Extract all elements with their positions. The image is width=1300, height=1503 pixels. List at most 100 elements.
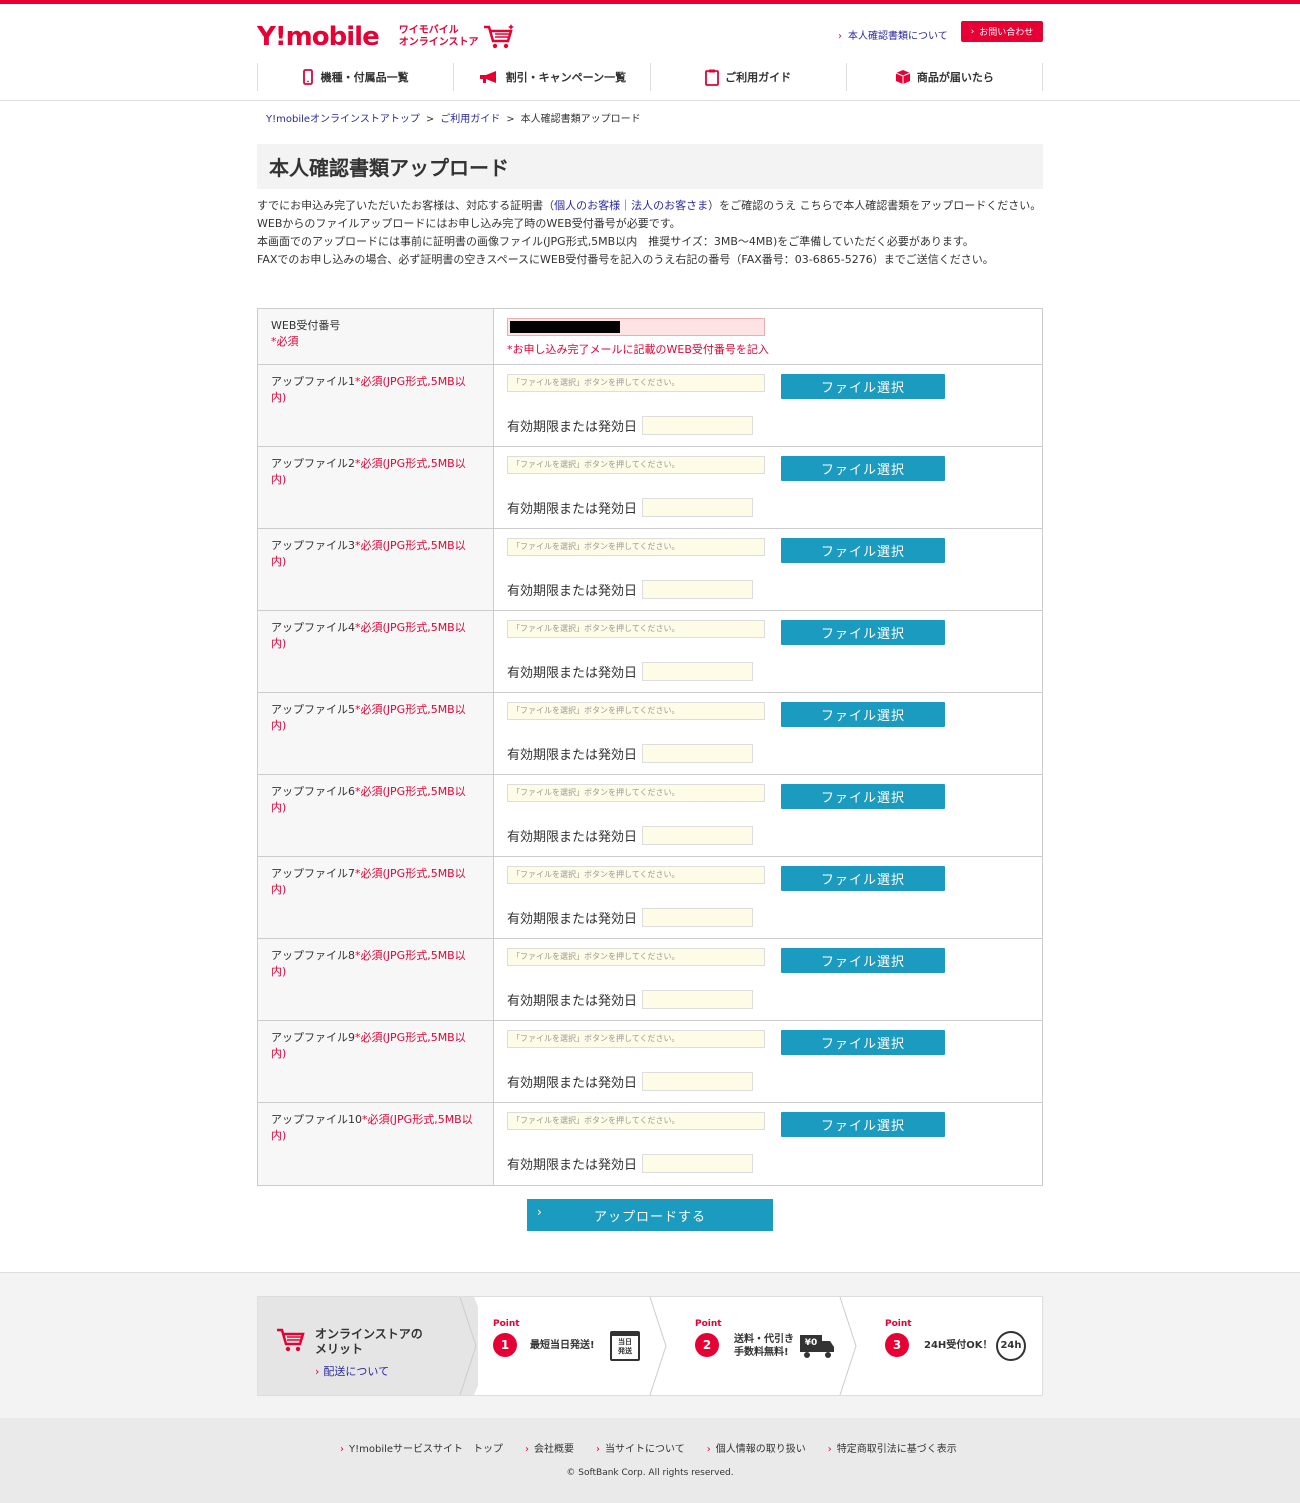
file-select-button[interactable]: ファイル選択 (781, 538, 945, 563)
file-row: アップファイル8*必須(JPG形式,5MB以内) 「ファイルを選択」ボタンを押して… (258, 939, 1042, 1021)
file-body: 「ファイルを選択」ボタンを押してください。 ファイル選択有効期限または発効日 (494, 611, 1042, 692)
expiry-label: 有効期限または発効日 (507, 1076, 638, 1091)
id-docs-link-label: 本人確認書類について (848, 31, 948, 42)
contact-button[interactable]: › お問い合わせ (961, 21, 1043, 42)
expiry-date-input[interactable] (642, 1154, 753, 1173)
file-label-cell: アップファイル5*必須(JPG形式,5MB以内) (258, 693, 494, 774)
chevron-right-icon: › (537, 1205, 543, 1219)
shipping-link-label: 配送について (323, 1365, 390, 1378)
breadcrumb: Y!mobileオンラインストアトップ > ご利用ガイド > 本人確認書類アップロード (266, 110, 641, 125)
file-label: アップファイル6 (271, 785, 355, 798)
file-path-input[interactable]: 「ファイルを選択」ボタンを押してください。 (507, 1112, 765, 1130)
expiry-date-input[interactable] (642, 416, 753, 435)
site-logo[interactable]: Y!mobile ワイモバイル オンラインストア (257, 20, 515, 54)
nav-item-label: 割引・キャンペーン一覧 (505, 71, 627, 84)
file-row: アップファイル1*必須(JPG形式,5MB以内) 「ファイルを選択」ボタンを押して… (258, 365, 1042, 447)
merit-title: オンラインストアの メリット (315, 1327, 423, 1357)
nav-item-label: ご利用ガイド (725, 71, 792, 84)
chevron-right-icon: › (525, 1444, 530, 1455)
nav-item-campaigns[interactable]: 割引・キャンペーン一覧 (453, 63, 649, 91)
nav-item-label: 機種・付属品一覧 (320, 71, 409, 84)
required-mark: *必須 (271, 335, 299, 348)
footer-link[interactable]: › 特定商取引法に基づく表示 (828, 1440, 957, 1455)
expiry-date-input[interactable] (642, 1072, 753, 1091)
file-path-input[interactable]: 「ファイルを選択」ボタンを押してください。 (507, 1030, 765, 1048)
footer-link[interactable]: › 個人情報の取り扱い (707, 1440, 806, 1455)
file-label: アップファイル10 (271, 1113, 362, 1126)
file-select-button[interactable]: ファイル選択 (781, 620, 945, 645)
breadcrumb-link-guide[interactable]: ご利用ガイド (440, 114, 500, 125)
file-path-input[interactable]: 「ファイルを選択」ボタンを押してください。 (507, 538, 765, 556)
file-select-button[interactable]: ファイル選択 (781, 784, 945, 809)
file-select-button[interactable]: ファイル選択 (781, 866, 945, 891)
file-path-input[interactable]: 「ファイルを選択」ボタンを押してください。 (507, 374, 765, 392)
expiry-date-input[interactable] (642, 744, 753, 763)
file-select-button[interactable]: ファイル選択 (781, 456, 945, 481)
point-text: 最短当日発送! (530, 1339, 595, 1352)
file-label-cell: アップファイル2*必須(JPG形式,5MB以内) (258, 447, 494, 528)
file-label-cell: アップファイル4*必須(JPG形式,5MB以内) (258, 611, 494, 692)
chevron-right-icon: › (970, 26, 975, 37)
expiry-date-input[interactable] (642, 826, 753, 845)
file-body: 「ファイルを選択」ボタンを押してください。 ファイル選択 有効期限または発効日 (494, 775, 1042, 856)
chevron-right-icon: › (838, 31, 842, 42)
nav-item-label: 商品が届いたら (916, 71, 994, 84)
expiry-label: 有効期限または発効日 (507, 912, 638, 927)
file-label: アップファイル4 (271, 621, 355, 634)
expiry-date-input[interactable] (642, 990, 753, 1009)
footer-link[interactable]: › Y!mobileサービスサイト トップ (340, 1440, 503, 1455)
nav-item-guide[interactable]: ご利用ガイド (649, 63, 846, 91)
link-separator: ｜ (620, 199, 632, 212)
web-number-input[interactable] (507, 318, 765, 336)
upload-button[interactable]: › アップロードする (527, 1199, 773, 1231)
box-icon (895, 70, 911, 84)
point-text-line1: 送料・代引き (734, 1334, 794, 1345)
file-body: 「ファイルを選択」ボタンを押してください。 ファイル選択有効期限または発効日 (494, 857, 1042, 938)
point-text-line2: 手数料無料! (734, 1347, 789, 1358)
expiry-date-input[interactable] (642, 498, 753, 517)
intro-text: すでにお申込み完了いただいたお客様は、対応する証明書（個人のお客様｜法人のお客さ… (257, 197, 1043, 269)
intro-line1-post: ）をご確認のうえ こちらで本人確認書類をアップロードください。 (708, 199, 1042, 212)
file-select-button[interactable]: ファイル選択 (781, 948, 945, 973)
expiry-label: 有効期限または発効日 (507, 666, 638, 681)
point-number: 2 (695, 1333, 719, 1357)
file-label-cell: アップファイル9*必須(JPG形式,5MB以内) (258, 1021, 494, 1102)
file-path-input[interactable]: 「ファイルを選択」ボタンを押してください。 (507, 620, 765, 638)
file-label: アップファイル8 (271, 949, 355, 962)
expiry-label: 有効期限または発効日 (507, 502, 638, 517)
file-select-button[interactable]: ファイル選択 (781, 1030, 945, 1055)
point-label: Point (885, 1319, 912, 1329)
upload-form-table: WEB受付番号 *必須 *お申し込み完了メールに記載のWEB受付番号を記入 アッ… (257, 308, 1043, 1186)
footer-link-label: 特定商取引法に基づく表示 (836, 1444, 957, 1455)
link-personal[interactable]: 個人のお客様 (554, 199, 620, 212)
file-select-button[interactable]: ファイル選択 (781, 1112, 945, 1137)
file-select-button[interactable]: ファイル選択 (781, 702, 945, 727)
breadcrumb-link-top[interactable]: Y!mobileオンラインストアトップ (266, 114, 420, 125)
id-docs-link[interactable]: › 本人確認書類について (838, 27, 948, 42)
file-path-input[interactable]: 「ファイルを選択」ボタンを押してください。 (507, 456, 765, 474)
point-label: Point (695, 1319, 722, 1329)
footer-link[interactable]: › 会社概要 (525, 1440, 574, 1455)
file-path-input[interactable]: 「ファイルを選択」ボタンを押してください。 (507, 702, 765, 720)
expiry-date-input[interactable] (642, 908, 753, 927)
file-path-input[interactable]: 「ファイルを選択」ボタンを押してください。 (507, 784, 765, 802)
expiry-label: 有効期限または発効日 (507, 1158, 638, 1173)
file-path-input[interactable]: 「ファイルを選択」ボタンを押してください。 (507, 866, 765, 884)
expiry-date-input[interactable] (642, 662, 753, 681)
file-row: アップファイル7*必須(JPG形式,5MB以内) 「ファイルを選択」ボタンを押して… (258, 857, 1042, 939)
footer-link[interactable]: › 当サイトについて (596, 1440, 685, 1455)
link-corporate[interactable]: 法人のお客さま (631, 199, 708, 212)
nav-item-devices[interactable]: 機種・付属品一覧 (257, 63, 453, 91)
shipping-link[interactable]: › 配送について (315, 1363, 389, 1379)
expiry-label: 有効期限または発効日 (507, 584, 638, 599)
nav-item-after-delivery[interactable]: 商品が届いたら (845, 63, 1043, 91)
web-number-note: *お申し込み完了メールに記載のWEB受付番号を記入 (507, 343, 769, 356)
cart-icon (277, 1328, 305, 1352)
file-select-button[interactable]: ファイル選択 (781, 374, 945, 399)
calendar-icon-text2: 発送 (618, 1347, 632, 1355)
chevron-right-icon: › (706, 1444, 711, 1455)
file-path-input[interactable]: 「ファイルを選択」ボタンを押してください。 (507, 948, 765, 966)
expiry-date-input[interactable] (642, 580, 753, 599)
merit-title-line1: オンラインストアの (315, 1327, 423, 1341)
file-row: アップファイル4*必須(JPG形式,5MB以内) 「ファイルを選択」ボタンを押して… (258, 611, 1042, 693)
